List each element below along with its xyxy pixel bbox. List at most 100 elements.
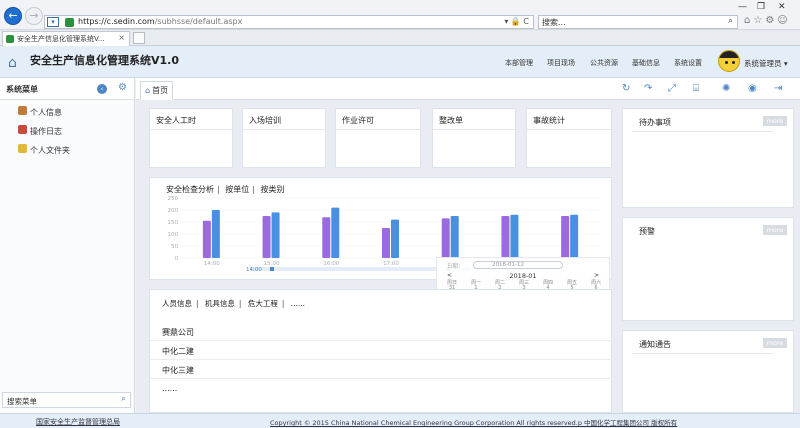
main-tab-bar: ⌂ 首页 ↻ ↷ ⤢ ⌸ ✺ ◉ ⇥ <box>136 78 800 100</box>
nav-item-system-settings[interactable]: 系统设置 <box>674 58 702 68</box>
browser-corner-icons[interactable]: ⌂☆⚙☺ <box>744 15 791 26</box>
share-icon[interactable]: ↷ <box>644 83 652 94</box>
minimize-icon[interactable]: — <box>738 2 747 12</box>
browser-tab-strip: 安全生产信息化管理系统V... × <box>0 30 800 46</box>
list-item[interactable]: 中化三建 <box>150 360 614 379</box>
next-month-icon[interactable]: > <box>594 272 599 279</box>
shield-icon[interactable]: ▾ <box>47 17 59 27</box>
more-button[interactable]: more <box>763 225 787 235</box>
calendar-icon <box>18 125 27 134</box>
sidebar-item-personal-folder[interactable]: 个人文件夹 <box>0 141 134 160</box>
browser-toolbar: ← → ▾ https://c.sedin.com/subhsse/defaul… <box>0 0 800 30</box>
search-icon[interactable]: ⌕ <box>728 16 733 26</box>
user-icon <box>18 106 27 115</box>
tab-home[interactable]: ⌂ 首页 <box>140 81 174 100</box>
x-tick-label: 17:00 <box>383 261 399 267</box>
list-item[interactable]: ...... <box>150 379 614 398</box>
eye-icon[interactable]: ◉ <box>748 83 757 94</box>
browser-search-input[interactable]: 搜索... ⌕ <box>538 15 738 29</box>
personnel-filter-links: 人员信息 | 机具信息 | 危大工程 | ...... <box>162 299 306 308</box>
x-tick-label: 16:00 <box>323 261 339 267</box>
list-item[interactable]: 中化二建 <box>150 341 614 360</box>
todo-panel: 待办事项 more <box>622 108 794 208</box>
chart-bar <box>570 214 579 258</box>
avatar[interactable] <box>718 50 740 72</box>
stat-card-safety-hours[interactable]: 安全人工时 <box>149 108 233 168</box>
maximize-icon[interactable]: ❐ <box>757 2 765 12</box>
footer-copyright[interactable]: Copyright © 2015 China National Chemical… <box>270 417 677 427</box>
chart-bar <box>391 219 399 258</box>
collapse-icon[interactable]: ‹ <box>97 84 107 94</box>
home-icon: ⌂ <box>145 86 151 95</box>
back-arrow-icon[interactable]: ← <box>4 7 22 25</box>
y-tick-label: 50 <box>171 244 178 250</box>
chart-bar <box>382 228 390 258</box>
date-input[interactable]: 2018-01-12 <box>473 261 563 269</box>
personnel-card: 人员信息 | 机具信息 | 危大工程 | ...... 赛鼎公司 中化二建 中化三建 … <box>149 289 614 413</box>
y-tick-label: 150 <box>168 220 179 226</box>
refresh-icon[interactable]: ↻ <box>622 83 630 94</box>
new-tab-button[interactable] <box>133 32 145 44</box>
sidebar: 系统菜单 ‹ ⚙ 个人信息 操作日志 个人文件夹 搜索菜单 ⌕ <box>0 78 135 413</box>
address-tools[interactable]: ▾ 🔒 C <box>504 17 529 26</box>
search-icon[interactable]: ⌕ <box>121 394 126 404</box>
chart-bar <box>202 220 211 258</box>
y-tick-label: 100 <box>168 232 179 238</box>
chart-bar <box>450 216 459 258</box>
nav-item-headquarters[interactable]: 本部管理 <box>505 58 533 68</box>
footer: 国家安全生产监督管理总局 Copyright © 2015 China Nati… <box>0 413 800 428</box>
sidebar-item-operation-log[interactable]: 操作日志 <box>0 122 134 141</box>
chart-bar <box>441 218 450 258</box>
address-bar[interactable]: ▾ https://c.sedin.com/subhsse/default.as… <box>44 15 534 29</box>
tab-favicon-icon <box>6 35 14 43</box>
gear-icon[interactable]: ⚙ <box>118 82 127 93</box>
stat-card-work-permit[interactable]: 作业许可 <box>335 108 421 168</box>
y-tick-label: 250 <box>168 196 179 202</box>
chart-bar <box>211 210 220 258</box>
institution-icon[interactable]: ⌸ <box>693 83 699 94</box>
warning-title: 预警 <box>639 227 655 236</box>
todo-title: 待办事项 <box>639 118 671 127</box>
safety-inspection-chart-card: 安全检查分析 | 按单位 | 按类别 0 50 100 150 200 250 14:00 15:… <box>149 177 612 317</box>
nav-item-public-resources[interactable]: 公共资源 <box>590 58 618 68</box>
chart-bar <box>322 217 331 258</box>
fullscreen-icon[interactable]: ⤢ <box>668 83 676 94</box>
forward-arrow-icon[interactable]: → <box>25 7 43 25</box>
app-title: 安全生产信息化管理系统V1.0 <box>30 54 179 67</box>
stat-card-accident-stats[interactable]: 事故统计 <box>526 108 612 168</box>
logout-icon[interactable]: ⇥ <box>774 83 782 94</box>
sidebar-item-personal-info[interactable]: 个人信息 <box>0 103 134 122</box>
chart-bar <box>331 207 340 258</box>
sidebar-header: 系统菜单 ‹ ⚙ <box>0 78 134 100</box>
y-tick-label: 200 <box>168 208 179 214</box>
menu-search-input[interactable]: 搜索菜单 ⌕ <box>2 392 131 408</box>
close-window-icon[interactable]: ✕ <box>778 2 786 12</box>
spinner-icon[interactable]: ✺ <box>722 83 730 94</box>
x-tick-label: 15:00 <box>264 261 280 267</box>
footer-link-safety-admin[interactable]: 国家安全生产监督管理总局 <box>36 417 120 427</box>
stat-card-rectification[interactable]: 整改单 <box>432 108 516 168</box>
link-major-hazard[interactable]: 危大工程 <box>248 299 278 308</box>
site-favicon-icon <box>65 18 74 27</box>
link-personnel-info[interactable]: 人员信息 <box>162 299 192 308</box>
list-item[interactable]: 赛鼎公司 <box>150 322 614 341</box>
notice-title: 通知通告 <box>639 340 671 349</box>
link-more[interactable]: ...... <box>291 299 305 308</box>
user-menu[interactable]: 系统管理员 ▾ <box>744 58 788 69</box>
nav-item-project-site[interactable]: 项目现场 <box>547 58 575 68</box>
tab-close-icon[interactable]: × <box>118 33 125 42</box>
chart-bar <box>501 216 510 258</box>
range-handle-start <box>270 267 274 271</box>
chart-bar <box>561 216 570 258</box>
browser-tab[interactable]: 安全生产信息化管理系统V... × <box>2 31 130 46</box>
more-button[interactable]: more <box>763 338 787 348</box>
x-tick-label: 14:00 <box>204 261 220 267</box>
app-header: ⌂ 安全生产信息化管理系统V1.0 本部管理 项目现场 公共资源 基础信息 系统… <box>0 46 800 78</box>
sidebar-title: 系统菜单 <box>6 85 38 94</box>
link-equipment-info[interactable]: 机具信息 <box>205 299 235 308</box>
stat-card-entry-training[interactable]: 入场培训 <box>242 108 326 168</box>
chart-bar <box>271 212 280 258</box>
more-button[interactable]: more <box>763 116 787 126</box>
nav-item-basic-info[interactable]: 基础信息 <box>632 58 660 68</box>
home-logo-icon[interactable]: ⌂ <box>8 55 17 71</box>
